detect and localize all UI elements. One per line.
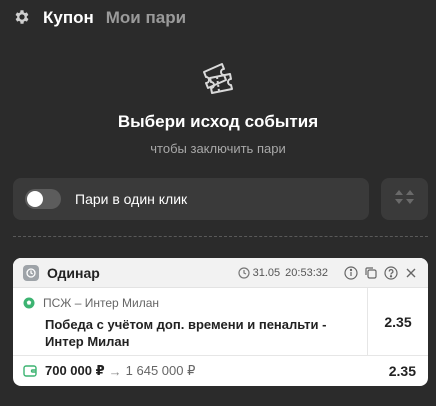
copy-icon[interactable] [364,266,378,280]
coupon-header: Купон Мои пари [0,0,436,34]
sort-button[interactable] [381,178,428,220]
toggle-switch[interactable] [25,189,61,209]
one-click-bet-label: Пари в один клик [75,191,188,207]
time-icon [238,266,250,279]
football-icon [23,297,35,309]
one-click-bet-toggle[interactable]: Пари в один клик [13,178,369,220]
outcome-label: Победа с учётом доп. времени и пенальти … [45,317,327,349]
event-name[interactable]: ПСЖ – Интер Милан [43,296,159,310]
bet-selection-info: ПСЖ – Интер Милан Победа с учётом доп. в… [13,288,368,355]
ticket-icon [198,58,238,98]
total-odd: 2.35 [388,363,416,379]
event-line: ПСЖ – Интер Милан [23,296,357,310]
sort-arrows-icon [394,188,416,211]
toggle-knob [27,191,43,207]
empty-state-title: Выбери исход события [117,112,319,131]
close-icon[interactable] [404,266,418,280]
selection-odd: 2.35 [384,313,412,330]
bet-date: 31.05 [252,266,281,279]
empty-state-subtitle: чтобы заключить пари [150,141,286,156]
clock-icon [23,264,39,281]
arrow: → [108,363,122,379]
tab-my-bets[interactable]: Мои пари [106,9,186,26]
bet-meta: 31.05 20:53:32 [238,265,418,280]
bet-selection: ПСЖ – Интер Милан Победа с учётом доп. в… [13,288,428,356]
empty-state: Выбери исход события чтобы заключить пар… [0,58,436,156]
info-icon[interactable] [344,265,358,280]
stake-row[interactable]: 700 000 ₽ → 1 645 000 ₽ 2.35 [13,356,428,386]
bet-type: Одинар [47,264,100,281]
tab-coupon[interactable]: Купон [43,9,94,26]
divider [13,236,428,237]
gear-icon[interactable] [13,8,31,26]
bet-card-header: Одинар 31.05 20:53:32 [13,258,428,288]
stake-amount: 700 000 ₽ [45,363,105,378]
bet-card: Одинар 31.05 20:53:32 ПСЖ – Интер Милан … [13,258,428,386]
bet-time: 20:53:32 [285,266,328,279]
wallet-icon [23,364,37,378]
potential-payout: 1 645 000 ₽ [125,363,196,378]
help-icon[interactable] [384,265,398,280]
